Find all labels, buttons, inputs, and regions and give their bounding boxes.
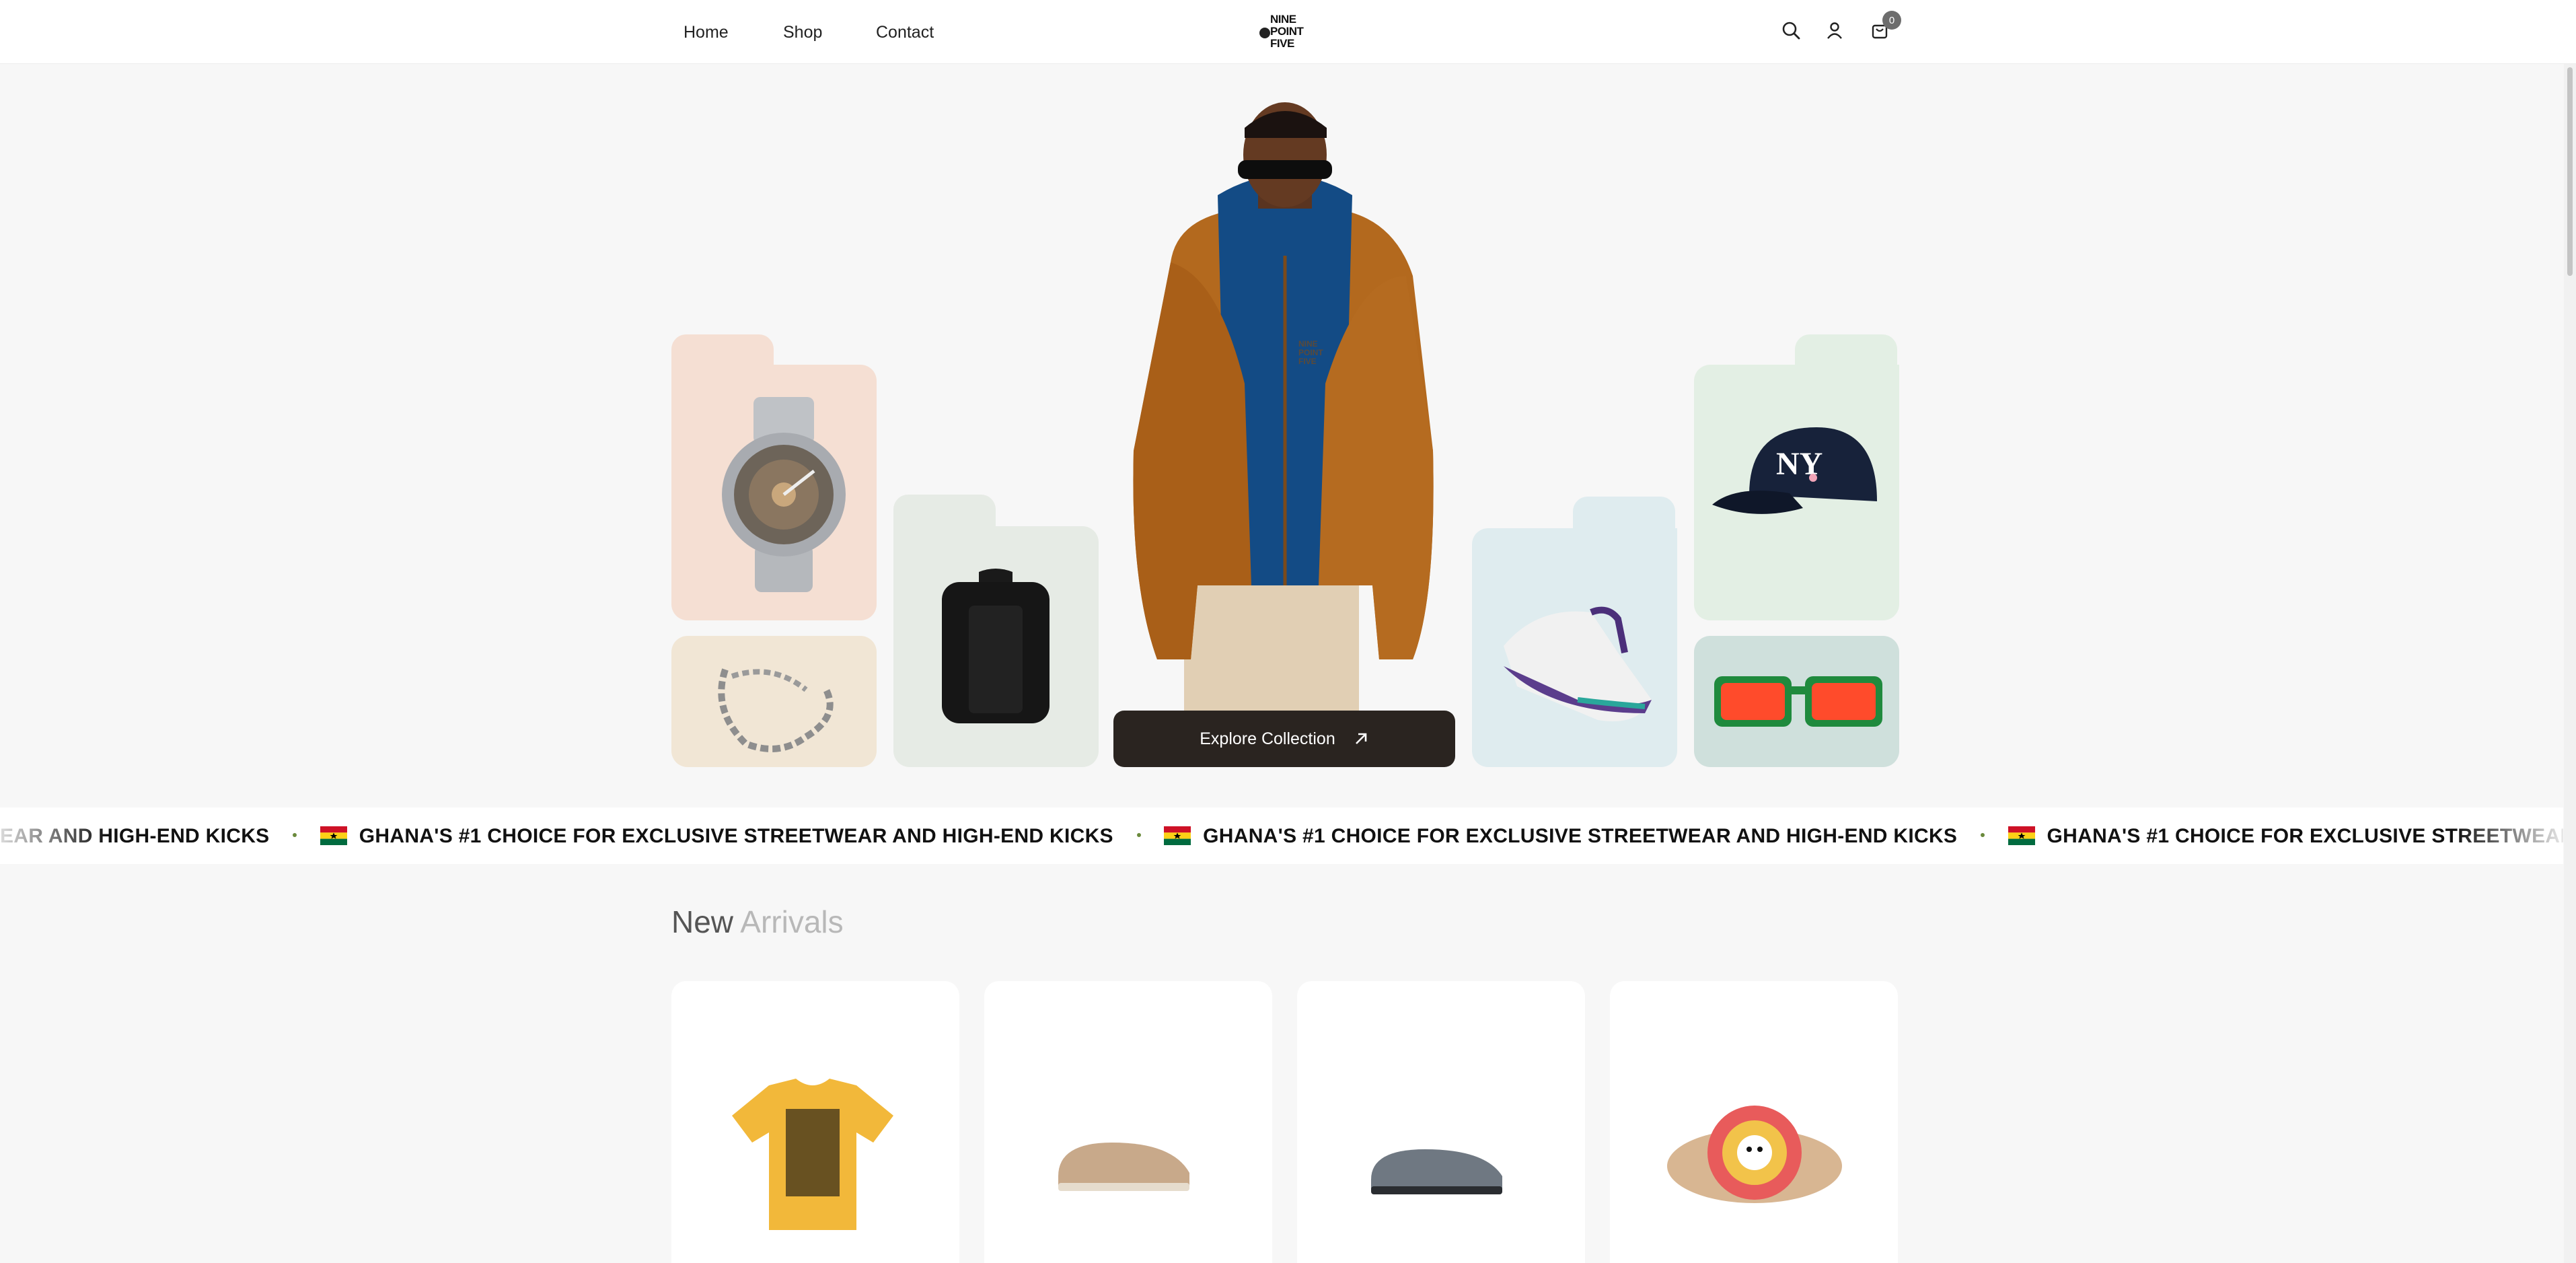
ghana-flag-icon [2008, 826, 2035, 845]
jacket-logo-text: NINE POINT FIVE [1298, 339, 1323, 366]
marquee-separator [293, 833, 297, 837]
tshirt-image [732, 1079, 893, 1230]
logo-dot [1259, 28, 1270, 38]
product-card[interactable] [984, 981, 1272, 1263]
watch-image [722, 397, 846, 592]
new-arrivals-title: New Arrivals [671, 904, 844, 940]
backpack-image [942, 569, 1050, 723]
clog-beige-image [1058, 1143, 1189, 1191]
marquee-item: GHANA'S #1 CHOICE FOR EXCLUSIVE STREETWE… [1164, 825, 1957, 848]
logo-line-3: FIVE [1270, 37, 1294, 50]
nav-contact[interactable]: Contact [876, 23, 934, 42]
new-arrivals-title-b: Arrivals [740, 904, 844, 939]
logo-line-1: NINE [1270, 13, 1296, 26]
search-icon[interactable] [1779, 19, 1802, 42]
cap-image: NY [1712, 427, 1877, 514]
marquee-item: GHANA'S #1 CHOICE FOR EXCLUSIVE STREETWE… [320, 825, 1113, 848]
logo-line-2: POINT [1270, 25, 1304, 38]
user-icon[interactable] [1823, 19, 1846, 42]
new-arrivals-title-a: New [671, 904, 734, 939]
nav-home[interactable]: Home [684, 23, 729, 42]
nav-shop[interactable]: Shop [783, 23, 822, 42]
product-card[interactable] [1610, 981, 1898, 1263]
announcement-marquee: EAR AND HIGH-END KICKS GHANA'S #1 CHOICE… [0, 807, 2563, 864]
marquee-text: GHANA'S #1 CHOICE FOR EXCLUSIVE STREETWE… [359, 825, 1113, 847]
hero-card-chain[interactable] [671, 636, 877, 767]
site-header: Home Shop Contact NINE POINT FIVE 0 [0, 0, 2576, 64]
hero-model-image: NINE POINT FIVE [1117, 101, 1453, 711]
scrollbar-thumb[interactable] [2567, 67, 2573, 276]
explore-collection-button[interactable]: Explore Collection [1113, 711, 1455, 767]
hero-card-sunglasses[interactable] [1694, 636, 1899, 767]
brand-logo[interactable]: NINE POINT FIVE [1251, 12, 1312, 52]
ghana-flag-icon [320, 826, 347, 845]
clog-grey-image [1371, 1149, 1502, 1194]
cart-count-badge: 0 [1882, 11, 1901, 30]
explore-collection-label: Explore Collection [1200, 729, 1335, 748]
chain-image [718, 668, 834, 752]
sneaker-image [1504, 606, 1652, 721]
flower-bracelet-image [1667, 1106, 1842, 1203]
arrow-up-right-icon [1355, 733, 1367, 744]
marquee-text: GHANA'S #1 CHOICE FOR EXCLUSIVE STREETWE… [1203, 825, 1958, 847]
sunglasses-image [1714, 676, 1882, 727]
product-card[interactable] [1297, 981, 1585, 1263]
marquee-separator [1980, 833, 1985, 837]
product-card[interactable] [671, 981, 959, 1263]
marquee-separator [1136, 833, 1141, 837]
ghana-flag-icon [1164, 826, 1191, 845]
